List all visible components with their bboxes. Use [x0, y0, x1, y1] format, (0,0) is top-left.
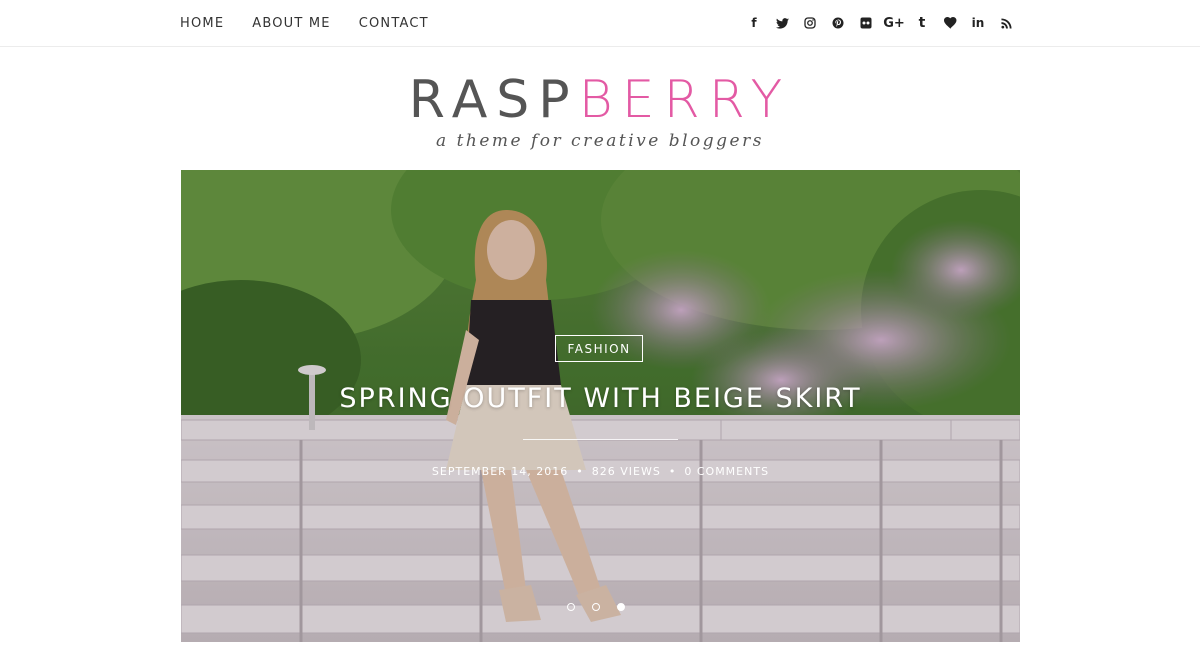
meta-separator: •	[576, 465, 584, 478]
nav-about-me[interactable]: ABOUT ME	[252, 16, 330, 31]
site-tagline: a theme for creative bloggers	[436, 131, 764, 151]
rss-icon[interactable]	[992, 12, 1020, 34]
post-views: 826 VIEWS	[591, 465, 661, 478]
google-plus-icon[interactable]: G+	[880, 12, 908, 34]
featured-slider[interactable]: FASHION SPRING OUTFIT WITH BEIGE SKIRT S…	[181, 170, 1020, 642]
social-links: f G+ t in	[740, 0, 1020, 46]
meta-separator: •	[668, 465, 677, 478]
linkedin-icon[interactable]: in	[964, 12, 992, 34]
post-date: SEPTEMBER 14, 2016	[431, 465, 569, 478]
pinterest-icon[interactable]	[824, 12, 852, 34]
post-comments[interactable]: 0 COMMENTS	[684, 465, 769, 478]
tumblr-icon[interactable]: t	[908, 12, 936, 34]
site-logo[interactable]: RASPBERRY	[0, 70, 1200, 130]
slider-dot[interactable]	[617, 603, 625, 611]
logo-part-one: RASP	[408, 70, 579, 130]
logo-part-two: BERRY	[578, 70, 792, 130]
twitter-icon[interactable]	[768, 12, 796, 34]
category-badge[interactable]: FASHION	[555, 335, 643, 362]
nav-home[interactable]: HOME	[180, 16, 224, 31]
flickr-icon[interactable]	[852, 12, 880, 34]
title-divider	[523, 439, 678, 440]
post-title[interactable]: SPRING OUTFIT WITH BEIGE SKIRT	[181, 383, 1020, 414]
slider-pagination	[567, 603, 625, 611]
nav-contact[interactable]: CONTACT	[359, 16, 429, 31]
top-bar: HOME ABOUT ME CONTACT f G+ t in	[0, 0, 1200, 47]
instagram-icon[interactable]	[796, 12, 824, 34]
main-nav: HOME ABOUT ME CONTACT	[180, 0, 457, 46]
slider-dot[interactable]	[567, 603, 575, 611]
heart-icon[interactable]	[936, 12, 964, 34]
facebook-icon[interactable]: f	[740, 12, 768, 34]
slider-dot[interactable]	[592, 603, 600, 611]
post-meta: SEPTEMBER 14, 2016 • 826 VIEWS • 0 COMMENTS	[181, 465, 1020, 478]
